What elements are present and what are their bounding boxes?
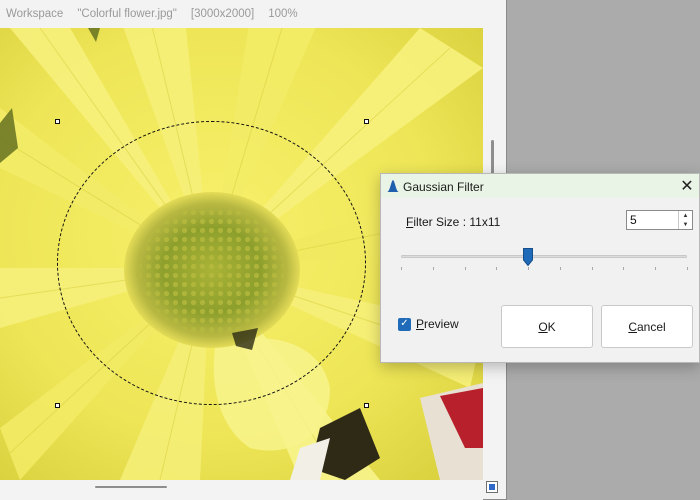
cancel-button[interactable]: Cancel	[601, 305, 693, 348]
gaussian-filter-dialog: Gaussian Filter ✕ Filter Size : 11x11 ▲ …	[380, 173, 700, 363]
spin-down-icon[interactable]: ▼	[679, 220, 692, 229]
slider-tick	[687, 267, 688, 270]
image-dimensions: [3000x2000]	[190, 8, 255, 20]
horizontal-scroll-thumb[interactable]	[95, 486, 167, 488]
horizontal-scrollbar[interactable]	[0, 480, 483, 500]
filter-size-slider-track[interactable]	[401, 255, 687, 258]
close-icon[interactable]: ✕	[677, 176, 697, 196]
slider-tick	[401, 267, 402, 270]
selection-handle-bottom-right[interactable]	[364, 403, 369, 408]
preview-checkbox[interactable]: ✓	[398, 317, 411, 331]
file-name: "Colorful flower.jpg"	[77, 8, 177, 20]
selection-handle-bottom-left[interactable]	[55, 403, 60, 408]
slider-tick	[496, 267, 498, 270]
slider-tick	[591, 267, 593, 270]
dialog-title: Gaussian Filter	[403, 180, 484, 194]
slider-tick	[655, 267, 657, 270]
filter-size-label: Filter Size : 11x11	[406, 215, 501, 229]
workspace-titlebar: Workspace "Colorful flower.jpg" [3000x20…	[0, 0, 506, 28]
spin-buttons: ▲ ▼	[678, 211, 692, 229]
slider-tick	[464, 267, 466, 270]
gaussian-bell-icon	[387, 180, 399, 192]
preview-label[interactable]: Preview	[416, 317, 459, 331]
filter-size-spinbox[interactable]: ▲ ▼	[626, 210, 693, 230]
elliptical-selection[interactable]	[57, 121, 366, 405]
dialog-titlebar[interactable]: Gaussian Filter ✕	[381, 174, 699, 198]
checkmark-icon: ✓	[400, 318, 409, 329]
slider-tick	[432, 267, 434, 270]
selection-handle-top-left[interactable]	[55, 119, 60, 124]
navigator-icon[interactable]	[486, 481, 498, 493]
selection-handle-top-right[interactable]	[364, 119, 369, 124]
filter-size-input[interactable]	[630, 213, 674, 227]
slider-tick	[528, 267, 530, 270]
workspace-title: Workspace	[6, 8, 64, 20]
slider-tick	[559, 267, 561, 270]
zoom-level: 100%	[268, 8, 298, 20]
ok-button[interactable]: OK	[501, 305, 593, 348]
slider-tick	[623, 267, 625, 270]
preview-checkbox-row[interactable]: ✓ Preview	[398, 317, 459, 331]
filter-size-slider-thumb[interactable]	[523, 248, 534, 266]
spin-up-icon[interactable]: ▲	[679, 211, 692, 220]
